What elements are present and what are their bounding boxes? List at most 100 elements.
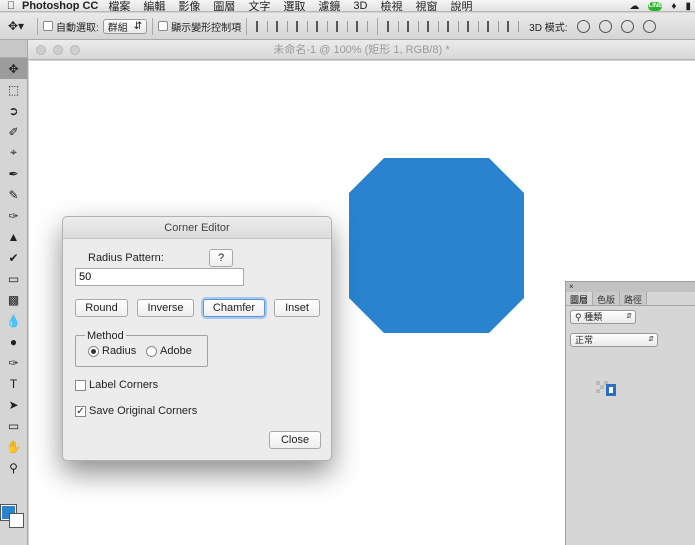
crop-tool-icon[interactable]: ⌖ bbox=[0, 142, 27, 163]
background-color-swatch[interactable] bbox=[9, 513, 24, 528]
layer-filter-dropdown[interactable]: ⚲ 種類 ⇵ bbox=[570, 310, 636, 324]
tab-layers[interactable]: 圖層 bbox=[566, 292, 594, 305]
align-left-icon[interactable] bbox=[316, 20, 329, 32]
align-top-icon[interactable] bbox=[256, 20, 269, 32]
menu-item-edit[interactable]: 編輯 bbox=[143, 0, 165, 12]
blend-mode-dropdown[interactable]: 正常 ⇵ bbox=[570, 333, 658, 347]
menu-item-filter[interactable]: 濾鏡 bbox=[318, 0, 340, 12]
radius-pattern-label: Radius Pattern: bbox=[88, 252, 164, 264]
align-bottom-icon[interactable] bbox=[296, 20, 309, 32]
radius-pattern-input[interactable] bbox=[75, 268, 244, 286]
hand-tool-icon[interactable]: ✋ bbox=[0, 436, 27, 457]
tab-channels[interactable]: 色版 bbox=[593, 292, 621, 305]
healing-brush-tool-icon[interactable]: ✎ bbox=[0, 184, 27, 205]
align-right-icon[interactable] bbox=[356, 20, 369, 32]
eyedropper-tool-icon[interactable]: ✒ bbox=[0, 163, 27, 184]
label-corners-checkbox[interactable]: Label Corners bbox=[75, 379, 158, 391]
radius-radio[interactable]: Radius bbox=[88, 345, 136, 357]
adobe-radio[interactable]: Adobe bbox=[146, 345, 192, 357]
document-title: 未命名-1 @ 100% (矩形 1, RGB/8) * bbox=[273, 44, 450, 56]
3d-rotate-icon[interactable] bbox=[576, 19, 590, 33]
3d-slide-icon[interactable] bbox=[642, 19, 656, 33]
auto-select-dropdown[interactable]: 群組 ⇵ bbox=[102, 18, 148, 34]
menu-item-file[interactable]: 檔案 bbox=[108, 0, 130, 12]
distribute-vcenter-icon[interactable] bbox=[407, 20, 420, 32]
3d-pan-icon[interactable] bbox=[620, 19, 634, 33]
chevron-updown-icon: ⇵ bbox=[133, 20, 143, 32]
type-tool-icon[interactable]: T bbox=[0, 373, 27, 394]
menu-item-type[interactable]: 文字 bbox=[248, 0, 270, 12]
distribute-top-icon[interactable] bbox=[387, 20, 400, 32]
inverse-button[interactable]: Inverse bbox=[137, 299, 194, 317]
notification-bell-icon[interactable]: ♦ bbox=[671, 1, 676, 12]
menu-bar:  Photoshop CC 檔案 編輯 影像 圖層 文字 選取 濾鏡 3D 檢… bbox=[0, 0, 695, 12]
3d-roll-icon[interactable] bbox=[598, 19, 612, 33]
history-brush-tool-icon[interactable]: ✔ bbox=[0, 247, 27, 268]
brush-tool-icon[interactable]: ✑ bbox=[0, 205, 27, 226]
move-tool-preset-icon[interactable]: ✥▾ bbox=[0, 19, 32, 33]
clone-stamp-tool-icon[interactable]: ▲ bbox=[0, 226, 27, 247]
move-tool-icon[interactable]: ✥ bbox=[0, 58, 27, 79]
quick-select-tool-icon[interactable]: ✐ bbox=[0, 121, 27, 142]
radius-radio-label: Radius bbox=[102, 345, 137, 357]
inset-button[interactable]: Inset bbox=[274, 299, 320, 317]
layer-filter-value: 種類 bbox=[584, 312, 603, 322]
pen-tool-icon[interactable]: ✑ bbox=[0, 352, 27, 373]
help-button[interactable]: ? bbox=[209, 249, 233, 267]
menu-item-window[interactable]: 視窗 bbox=[415, 0, 437, 12]
distribute-hcenter-icon[interactable] bbox=[467, 20, 480, 32]
transform-controls-checkbox[interactable] bbox=[158, 21, 169, 31]
apple-icon[interactable]:  bbox=[0, 0, 22, 11]
marquee-tool-icon[interactable]: ⬚ bbox=[0, 79, 27, 100]
distribute-right-icon[interactable] bbox=[487, 20, 500, 32]
chamfer-button[interactable]: Chamfer bbox=[203, 299, 265, 317]
menu-item-3d[interactable]: 3D bbox=[353, 0, 367, 11]
panel-close-icon[interactable]: × bbox=[566, 282, 695, 292]
radio-indicator-selected bbox=[88, 345, 99, 357]
search-icon: ⚲ bbox=[575, 312, 582, 322]
auto-select-checkbox[interactable] bbox=[43, 21, 53, 31]
save-original-corners-checkbox[interactable]: ✓ Save Original Corners bbox=[75, 405, 197, 417]
dodge-tool-icon[interactable]: ● bbox=[0, 331, 27, 352]
divider bbox=[377, 17, 379, 35]
layers-panel: × 圖層 色版 路徑 ⚲ 種類 ⇵ 正常 ⇵ bbox=[565, 281, 695, 545]
gradient-tool-icon[interactable]: ▩ bbox=[0, 289, 27, 310]
chamfered-rectangle-shape[interactable] bbox=[349, 158, 524, 333]
checkmark-icon: ✓ bbox=[75, 405, 86, 417]
chamfered-rectangle-fill bbox=[349, 158, 524, 333]
minimize-window-button[interactable] bbox=[53, 45, 63, 55]
menu-item-help[interactable]: 說明 bbox=[450, 0, 472, 12]
close-button[interactable]: Close bbox=[269, 431, 321, 449]
battery-icon[interactable]: ▮ bbox=[685, 1, 691, 12]
lasso-tool-icon[interactable]: ➲ bbox=[0, 100, 27, 121]
zoom-tool-icon[interactable]: ⚲ bbox=[0, 457, 27, 478]
align-hcenter-icon[interactable] bbox=[336, 20, 349, 32]
adobe-radio-label: Adobe bbox=[160, 345, 192, 357]
tab-paths[interactable]: 路徑 bbox=[620, 292, 648, 305]
layer-thumbnail-icon[interactable] bbox=[596, 379, 618, 397]
method-group-label: Method bbox=[85, 330, 126, 342]
eraser-tool-icon[interactable]: ▭ bbox=[0, 268, 27, 289]
menu-item-layer[interactable]: 圖層 bbox=[213, 0, 235, 12]
auto-align-icon[interactable] bbox=[507, 20, 520, 32]
rectangle-tool-icon[interactable]: ▭ bbox=[0, 415, 27, 436]
round-button[interactable]: Round bbox=[75, 299, 128, 317]
distribute-bottom-icon[interactable] bbox=[427, 20, 440, 32]
zoom-window-button[interactable] bbox=[70, 45, 80, 55]
distribute-left-icon[interactable] bbox=[447, 20, 460, 32]
menu-item-select[interactable]: 選取 bbox=[283, 0, 305, 12]
tools-panel-header[interactable] bbox=[0, 40, 27, 58]
app-menu[interactable]: Photoshop CC bbox=[22, 0, 98, 11]
transform-controls-label: 顯示變形控制項 bbox=[171, 22, 242, 34]
align-vcenter-icon[interactable] bbox=[276, 20, 289, 32]
path-selection-tool-icon[interactable]: ➤ bbox=[0, 394, 27, 415]
close-window-button[interactable] bbox=[36, 45, 46, 55]
radio-indicator bbox=[146, 345, 157, 357]
menu-item-image[interactable]: 影像 bbox=[178, 0, 200, 12]
label-corners-label: Label Corners bbox=[89, 379, 159, 391]
menu-item-view[interactable]: 檢視 bbox=[380, 0, 402, 12]
cloud-icon[interactable]: ☁ bbox=[629, 1, 639, 12]
line-app-icon[interactable]: LINE bbox=[648, 1, 663, 11]
save-original-corners-label: Save Original Corners bbox=[89, 405, 198, 417]
blur-tool-icon[interactable]: 💧 bbox=[0, 310, 27, 331]
